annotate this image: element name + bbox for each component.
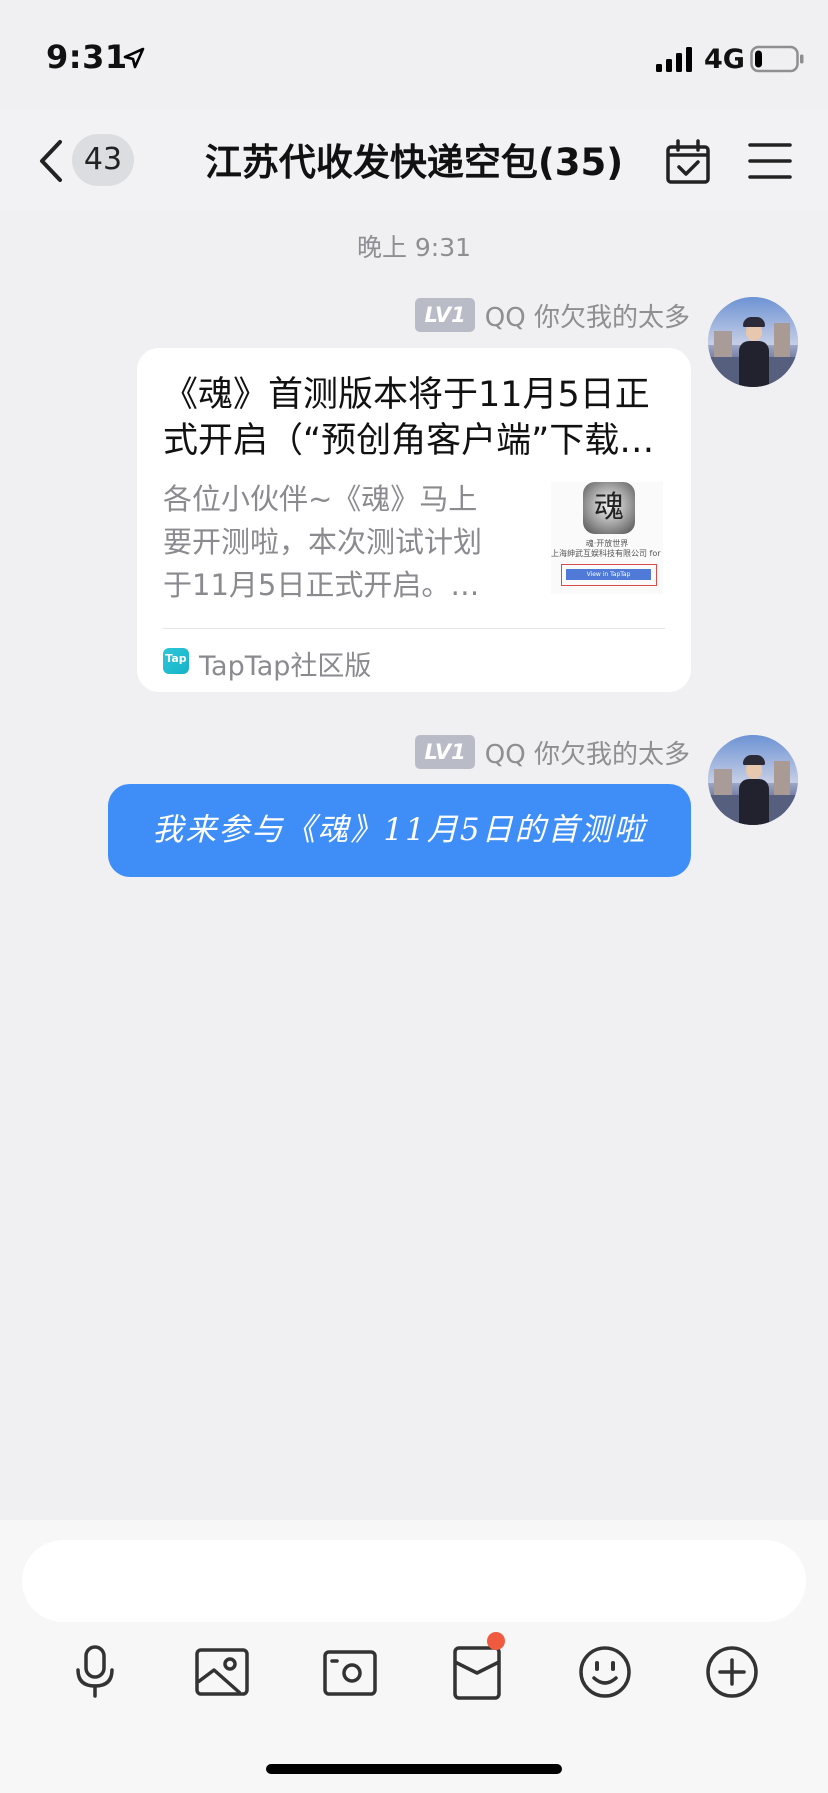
status-time: 9:31 [46, 38, 128, 76]
microphone-icon [76, 1645, 114, 1698]
battery-icon [750, 45, 804, 73]
message-timestamp: 晚上 9:31 [356, 233, 472, 262]
network-type: 4G [704, 44, 745, 75]
red-packet-button[interactable] [447, 1632, 507, 1702]
message-bubble[interactable]: 我来参与《魂》11月5日的首测啦 [108, 784, 691, 877]
taptap-icon: Tap [163, 648, 189, 674]
thumb-button: View in TapTap [566, 569, 651, 580]
app-icon: 魂 [583, 482, 635, 534]
chat-title[interactable]: 江苏代收发快递空包(35) [160, 132, 668, 186]
card-thumbnail: 魂 魂·开放世界 上海绅武互娱科技有限公司 for i View in TapT… [551, 482, 663, 594]
sender-row: LV1 QQ 你欠我的太多 [415, 732, 690, 772]
voice-button[interactable] [65, 1642, 125, 1702]
cellular-signal-icon [656, 47, 692, 72]
camera-button[interactable] [320, 1642, 380, 1702]
calendar-check-icon[interactable] [664, 138, 712, 186]
chat-header: 43 江苏代收发快递空包(35) [0, 110, 828, 210]
card-description: 各位小伙伴~《魂》马上要开测啦，本次测试计划于11月5日正式开启。此外，… [163, 482, 483, 602]
red-packet-icon [453, 1646, 501, 1700]
level-badge: LV1 [415, 735, 475, 769]
card-divider [163, 628, 665, 629]
home-indicator[interactable] [266, 1764, 562, 1774]
emoji-icon [579, 1646, 631, 1698]
sender-name[interactable]: QQ 你欠我的太多 [485, 297, 690, 334]
plus-icon [706, 1646, 758, 1698]
thumb-button-frame: View in TapTap [561, 564, 657, 586]
notification-dot [487, 1632, 505, 1650]
card-title: 《魂》首测版本将于11月5日正式开启（“预创角客户端”下载开启） [163, 375, 655, 461]
more-button[interactable] [702, 1642, 762, 1702]
image-button[interactable] [192, 1642, 252, 1702]
menu-icon[interactable] [748, 140, 792, 182]
sender-name[interactable]: QQ 你欠我的太多 [485, 734, 690, 771]
input-bar [0, 1520, 828, 1793]
location-arrow-icon [123, 47, 145, 69]
level-badge: LV1 [415, 298, 475, 332]
unread-count-badge: 43 [72, 134, 134, 186]
avatar[interactable] [708, 735, 798, 825]
card-source: TapTap社区版 [199, 651, 372, 682]
back-button[interactable]: 43 [36, 132, 146, 192]
link-card[interactable]: 《魂》首测版本将于11月5日正式开启（“预创角客户端”下载开启） 各位小伙伴~《… [137, 348, 691, 692]
thumb-publisher: 上海绅武互娱科技有限公司 for i [551, 549, 663, 558]
status-bar: 9:31 4G [0, 0, 828, 110]
emoji-button[interactable] [575, 1642, 635, 1702]
avatar[interactable] [708, 297, 798, 387]
chevron-left-icon [40, 140, 62, 182]
sender-row: LV1 QQ 你欠我的太多 [415, 295, 690, 335]
image-icon [195, 1648, 249, 1696]
camera-icon [323, 1650, 377, 1696]
message-input[interactable] [22, 1540, 806, 1622]
